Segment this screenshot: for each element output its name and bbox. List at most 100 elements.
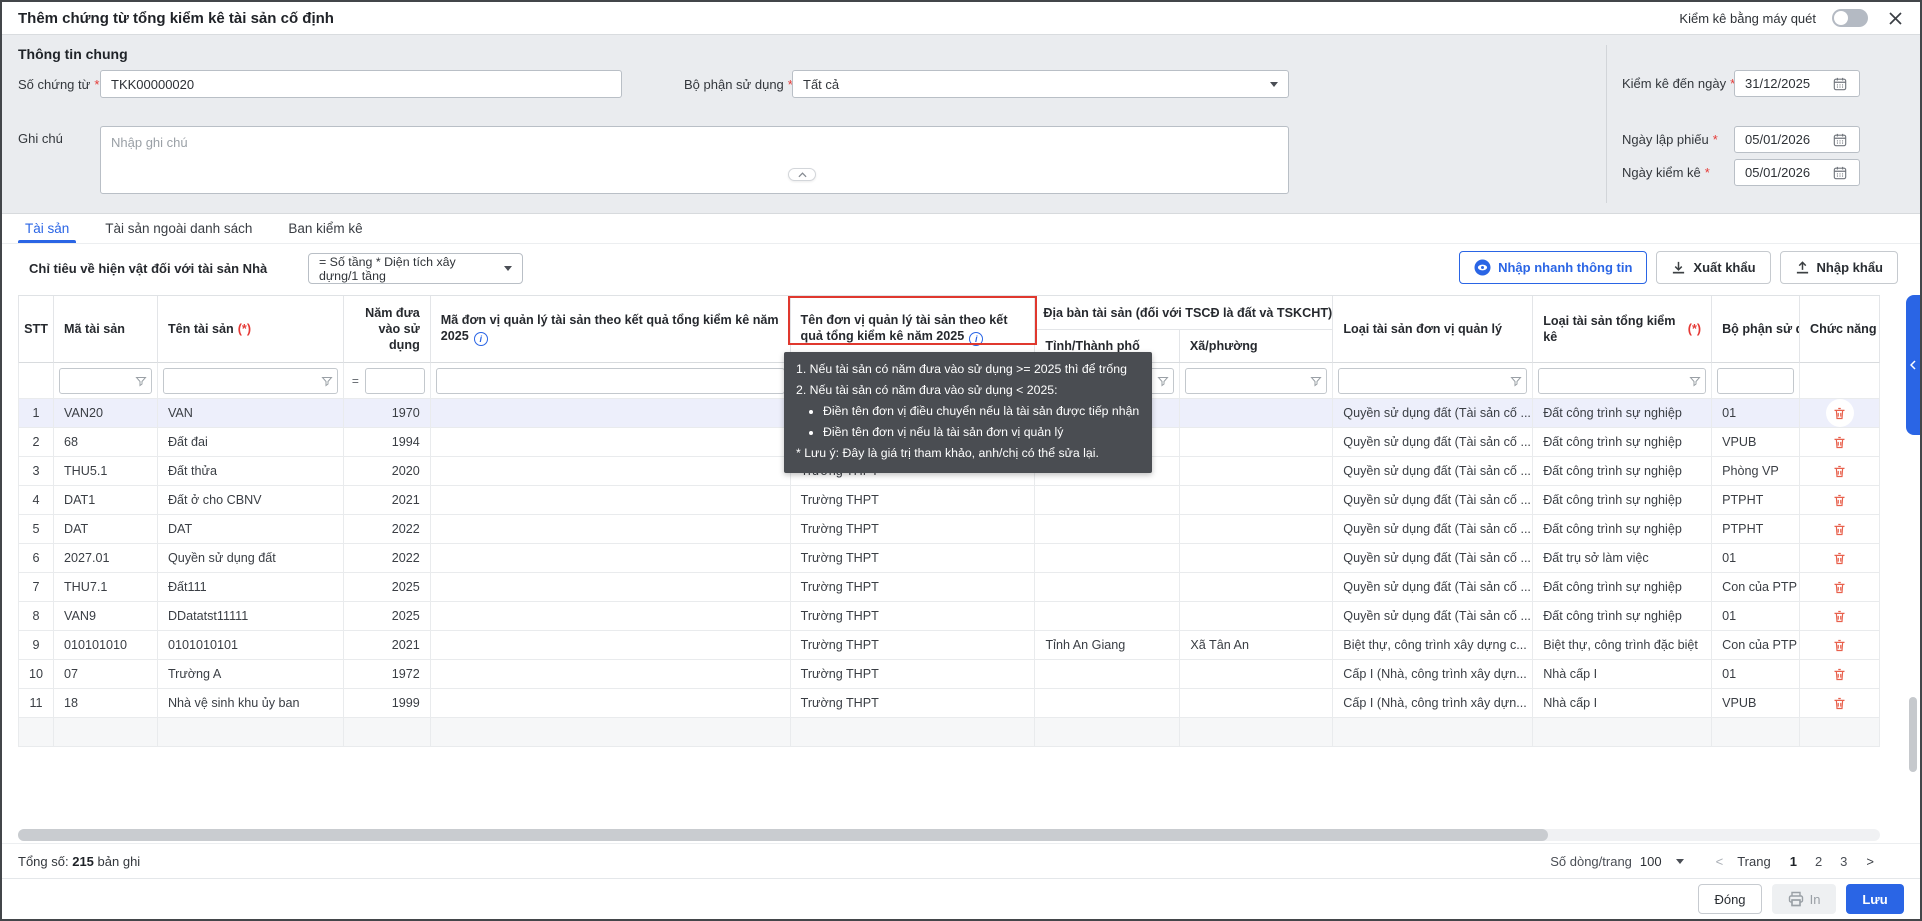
cell-loai-dvql[interactable]: Quyền sử dụng đất (Tài sản cố ... <box>1333 457 1533 486</box>
header-nam-dua-vao-su-dung[interactable]: Năm đưa vào sử dụng <box>344 296 431 363</box>
cell-bo-phan[interactable]: 01 <box>1712 602 1800 631</box>
cell-loai-tkk[interactable]: Đất công trình sự nghiệp <box>1533 399 1712 428</box>
header-loai-tai-san-tkk[interactable]: Loại tài sản tổng kiểm kê(*) <box>1533 296 1712 363</box>
cell-ten-don-vi[interactable]: Trường THPT <box>791 486 1036 515</box>
tab-tai-san[interactable]: Tài sản <box>18 214 76 243</box>
cell-ma-tai-san[interactable]: VAN9 <box>54 602 158 631</box>
filter-ten-tai-san-input[interactable] <box>168 374 321 388</box>
delete-row-button[interactable] <box>1827 603 1853 629</box>
cell-ten-don-vi[interactable]: Trường THPT <box>791 515 1036 544</box>
cell-xa[interactable] <box>1180 457 1333 486</box>
horizontal-scrollbar[interactable] <box>18 829 1880 841</box>
cell-ten-tai-san[interactable]: Đất111 <box>158 573 344 602</box>
cell-ma-don-vi[interactable] <box>431 515 791 544</box>
table-row[interactable]: 6 2027.01 Quyền sử dụng đất 2022 Trường … <box>18 544 1880 573</box>
rows-per-page-select[interactable]: 100 <box>1640 854 1684 869</box>
cell-bo-phan[interactable]: Phòng VP <box>1712 457 1800 486</box>
cell-ma-tai-san[interactable]: 68 <box>54 428 158 457</box>
cell-bo-phan[interactable]: Con của PTP <box>1712 631 1800 660</box>
cell-bo-phan[interactable]: 01 <box>1712 399 1800 428</box>
cell-xa[interactable] <box>1180 689 1333 718</box>
cell-tinh[interactable] <box>1035 718 1180 747</box>
cell-xa[interactable] <box>1180 602 1333 631</box>
delete-row-button[interactable] <box>1826 399 1854 427</box>
calendar-icon[interactable] <box>1833 77 1847 91</box>
cell-loai-tkk[interactable]: Đất công trình sự nghiệp <box>1533 428 1712 457</box>
cell-nam[interactable]: 1970 <box>344 399 431 428</box>
cell-ma-tai-san[interactable]: DAT <box>54 515 158 544</box>
cell-xa[interactable] <box>1180 399 1333 428</box>
table-row[interactable]: 11 18 Nhà vệ sinh khu ủy ban 1999 Trường… <box>18 689 1880 718</box>
cell-xa[interactable] <box>1180 486 1333 515</box>
created-date-input[interactable] <box>1745 132 1833 147</box>
cell-nam[interactable]: 2022 <box>344 544 431 573</box>
cell-xa[interactable] <box>1180 718 1333 747</box>
import-button[interactable]: Nhập khẩu <box>1780 251 1898 284</box>
cell-ma-tai-san[interactable] <box>54 718 158 747</box>
save-button[interactable]: Lưu <box>1846 884 1904 914</box>
cell-loai-dvql[interactable]: Cấp I (Nhà, công trình xây dựn... <box>1333 660 1533 689</box>
header-ten-tai-san[interactable]: Tên tài sản(*) <box>158 296 344 363</box>
cell-ten-tai-san[interactable] <box>158 718 344 747</box>
cell-loai-dvql[interactable]: Quyền sử dụng đất (Tài sản cố ... <box>1333 515 1533 544</box>
cell-ma-don-vi[interactable] <box>431 631 791 660</box>
page-number-2[interactable]: 2 <box>1810 854 1827 869</box>
using-department-select[interactable]: Tất cả <box>792 70 1289 98</box>
cell-nam[interactable]: 2021 <box>344 486 431 515</box>
cell-loai-tkk[interactable]: Đất trụ sở làm việc <box>1533 544 1712 573</box>
tab-tai-san-ngoai-danh-sach[interactable]: Tài sản ngoài danh sách <box>98 214 259 243</box>
delete-row-button[interactable] <box>1827 545 1853 571</box>
prev-page-button[interactable]: < <box>1710 854 1730 869</box>
filter-icon[interactable] <box>321 375 333 387</box>
table-row[interactable]: 5 DAT DAT 2022 Trường THPT Quyền sử dụng… <box>18 515 1880 544</box>
filter-xa-input[interactable] <box>1190 374 1310 388</box>
cell-tinh[interactable] <box>1035 486 1180 515</box>
cell-ten-don-vi[interactable]: Trường THPT <box>791 631 1036 660</box>
cell-nam[interactable]: 2025 <box>344 573 431 602</box>
cell-ten-don-vi[interactable]: Trường THPT <box>791 660 1036 689</box>
cell-nam[interactable]: 2020 <box>344 457 431 486</box>
cell-ten-don-vi[interactable]: Trường THPT <box>791 602 1036 631</box>
cell-nam[interactable]: 2025 <box>344 602 431 631</box>
cell-loai-tkk[interactable]: Đất công trình sự nghiệp <box>1533 457 1712 486</box>
cell-ma-don-vi[interactable] <box>431 428 791 457</box>
delete-row-button[interactable] <box>1827 690 1853 716</box>
inventory-to-date-input[interactable] <box>1745 76 1833 91</box>
vertical-scrollbar-thumb[interactable] <box>1909 697 1917 772</box>
cell-ten-don-vi[interactable]: Trường THPT <box>791 689 1036 718</box>
quick-input-button[interactable]: Nhập nhanh thông tin <box>1459 251 1647 284</box>
cell-ma-tai-san[interactable]: 07 <box>54 660 158 689</box>
cell-ma-don-vi[interactable] <box>431 486 791 515</box>
cell-loai-tkk[interactable]: Biệt thự, công trình đặc biệt <box>1533 631 1712 660</box>
close-dialog-button[interactable]: Đóng <box>1698 884 1762 914</box>
filter-icon[interactable] <box>135 375 147 387</box>
cell-ma-tai-san[interactable]: THU5.1 <box>54 457 158 486</box>
cell-loai-dvql[interactable]: Quyền sử dụng đất (Tài sản cố ... <box>1333 486 1533 515</box>
cell-ma-tai-san[interactable]: DAT1 <box>54 486 158 515</box>
page-number-1[interactable]: 1 <box>1785 854 1802 869</box>
cell-loai-dvql[interactable] <box>1333 718 1533 747</box>
info-icon[interactable]: i <box>474 332 488 346</box>
header-ma-tai-san[interactable]: Mã tài sản <box>54 296 158 363</box>
cell-ma-don-vi[interactable] <box>431 544 791 573</box>
cell-ma-don-vi[interactable] <box>431 660 791 689</box>
delete-row-button[interactable] <box>1827 574 1853 600</box>
cell-bo-phan[interactable] <box>1712 718 1800 747</box>
filter-ma-don-vi-input[interactable] <box>441 374 780 388</box>
filter-nam-input[interactable] <box>370 374 420 388</box>
table-row[interactable]: 8 VAN9 DDatatst11111 2025 Trường THPT Qu… <box>18 602 1880 631</box>
cell-loai-tkk[interactable]: Nhà cấp I <box>1533 689 1712 718</box>
cell-bo-phan[interactable]: Con của PTP <box>1712 573 1800 602</box>
filter-ma-tai-san-input[interactable] <box>64 374 135 388</box>
cell-ma-tai-san[interactable]: 2027.01 <box>54 544 158 573</box>
horizontal-scrollbar-thumb[interactable] <box>18 829 1548 841</box>
cell-ten-tai-san[interactable]: Đất thửa <box>158 457 344 486</box>
close-button[interactable] <box>1884 7 1906 29</box>
table-row[interactable]: 7 THU7.1 Đất111 2025 Trường THPT Quyền s… <box>18 573 1880 602</box>
cell-ten-tai-san[interactable]: DAT <box>158 515 344 544</box>
cell-ten-tai-san[interactable]: 0101010101 <box>158 631 344 660</box>
filter-icon[interactable] <box>1310 375 1322 387</box>
equals-operator[interactable]: = <box>349 374 361 388</box>
cell-ma-tai-san[interactable]: THU7.1 <box>54 573 158 602</box>
cell-loai-dvql[interactable]: Quyền sử dụng đất (Tài sản cố ... <box>1333 602 1533 631</box>
